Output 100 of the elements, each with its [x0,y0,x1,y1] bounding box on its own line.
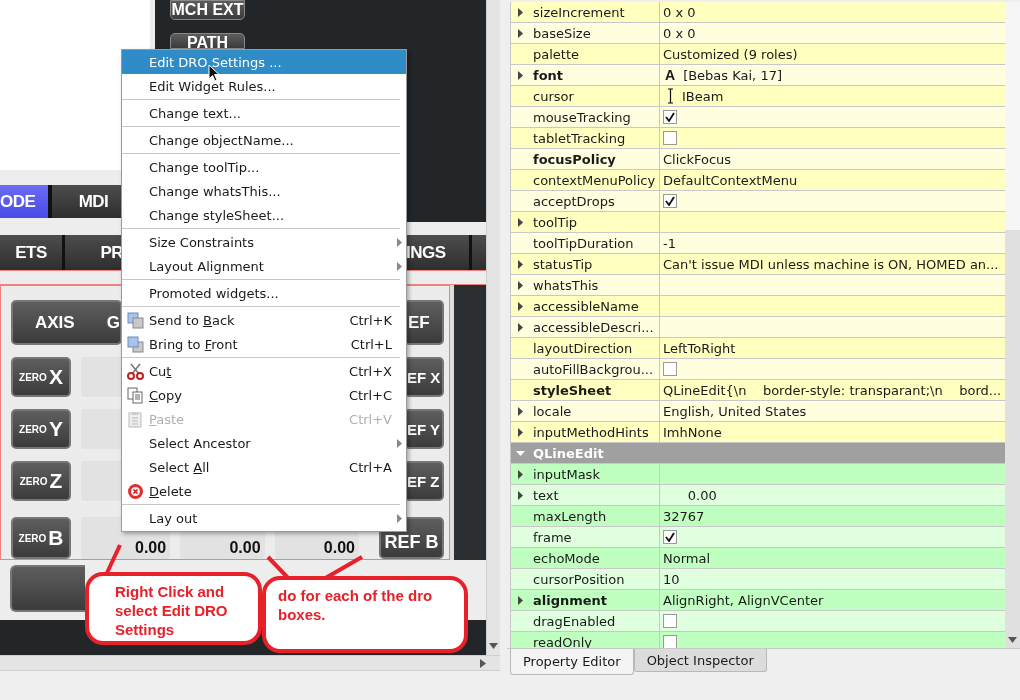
property-row[interactable]: cursorPosition 10 [511,569,1005,590]
expand-arrow-icon[interactable] [518,470,523,479]
property-row[interactable]: baseSize 0 x 0 [511,23,1005,44]
delete-icon [127,483,144,500]
scroll-down-icon[interactable] [489,643,498,649]
property-name: mouseTracking [533,109,631,125]
menu-item[interactable]: Edit DRO Settings ... [122,50,406,74]
property-row[interactable]: font A [Bebas Kai, 17] [511,65,1005,86]
property-name: alignment [533,592,608,608]
expand-arrow-icon[interactable] [518,428,523,437]
property-row[interactable]: focusPolicy ClickFocus [511,149,1005,170]
wide-button[interactable] [10,565,85,612]
property-row[interactable]: toolTipDuration -1 [511,233,1005,254]
expand-arrow-icon[interactable] [518,281,523,290]
property-row[interactable]: sizeIncrement 0 x 0 [511,2,1005,23]
checkbox[interactable] [663,110,677,124]
property-name: baseSize [533,25,591,41]
expand-arrow-icon[interactable] [518,260,523,269]
checkbox[interactable] [663,635,677,648]
menu-item[interactable]: Size Constraints [122,230,406,254]
menu-item[interactable]: Select Ancestor [122,431,406,455]
scrollbar[interactable] [1005,2,1020,648]
ref-button[interactable]: EF X [404,357,444,397]
expand-arrow-icon[interactable] [518,491,523,500]
checkbox[interactable] [663,362,677,376]
menu-item[interactable]: Cut Ctrl+X [122,359,406,383]
property-row[interactable]: whatsThis [511,275,1005,296]
property-row[interactable]: styleSheet QLineEdit{\n border-style: transparant;\n bord... [511,380,1005,401]
property-value: English, United States [663,403,807,419]
checkbox[interactable] [663,614,677,628]
panel-tab[interactable]: Property Editor [510,649,634,675]
ref-button[interactable]: EF [404,300,444,345]
panel-button[interactable]: MCH EXT [170,0,245,20]
ref-button[interactable]: EF Y [404,409,444,449]
property-row[interactable]: mouseTracking [511,107,1005,128]
menu-item[interactable]: Edit Widget Rules... [122,74,406,98]
scrollbar[interactable] [486,0,500,655]
property-value: AlignRight, AlignVCenter [663,592,824,608]
send-to-back-icon [127,312,144,329]
property-row[interactable]: text 0.00 [511,485,1005,506]
expand-arrow-icon[interactable] [518,71,523,80]
property-row[interactable]: palette Customized (9 roles) [511,44,1005,65]
property-row[interactable]: tabletTracking [511,128,1005,149]
property-value: QLineEdit{\n border-style: transparant;\n bord... [663,382,1002,398]
menu-item[interactable]: Layout Alignment [122,254,406,278]
expand-arrow-icon[interactable] [518,218,523,227]
checkbox[interactable] [663,194,677,208]
property-row[interactable]: alignment AlignRight, AlignVCenter [511,590,1005,611]
dro-field[interactable] [81,357,122,397]
property-row[interactable]: statusTip Can't issue MDI unless machine is ON, HOMED an... [511,254,1005,275]
tab[interactable]: ODE [0,185,48,218]
property-value: Can't issue MDI unless machine is ON, HOMED an... [663,256,999,272]
property-row[interactable]: contextMenuPolicy DefaultContextMenu [511,170,1005,191]
expand-arrow-icon[interactable] [518,407,523,416]
expand-arrow-icon[interactable] [518,302,523,311]
property-row[interactable]: accessibleDescri... [511,317,1005,338]
property-row[interactable]: maxLength 32767 [511,506,1005,527]
expand-arrow-icon[interactable] [518,596,523,605]
checkbox[interactable] [663,131,677,145]
property-row[interactable]: locale English, United States [511,401,1005,422]
dro-field[interactable] [81,461,122,501]
scroll-right-icon[interactable] [480,658,486,668]
header-button[interactable]: AXIS G [11,300,122,345]
menu-item[interactable]: Promoted widgets... [122,281,406,305]
tab[interactable]: ETS [0,235,62,270]
property-row[interactable]: toolTip [511,212,1005,233]
dro-field[interactable] [81,409,122,449]
property-row[interactable]: inputMethodHints ImhNone [511,422,1005,443]
expand-arrow-icon[interactable] [518,8,523,17]
property-row[interactable]: layoutDirection LeftToRight [511,338,1005,359]
property-row[interactable]: acceptDrops [511,191,1005,212]
collapse-arrow-icon[interactable] [516,451,525,456]
property-row[interactable]: echoMode Normal [511,548,1005,569]
tab[interactable]: INGS [404,235,470,270]
panel-button[interactable]: PATH [170,33,245,49]
expand-arrow-icon[interactable] [518,323,523,332]
property-row[interactable]: inputMask [511,464,1005,485]
menu-item[interactable]: Change text... [122,101,406,125]
menu-item[interactable]: Copy Ctrl+C [122,383,406,407]
scroll-thumb[interactable] [1005,2,1020,230]
property-name: palette [533,46,580,62]
property-row[interactable]: autoFillBackgrou... [511,359,1005,380]
menu-item[interactable]: Bring to Front Ctrl+L [122,332,406,356]
property-row[interactable]: cursor IBeam [511,86,1005,107]
property-row[interactable]: dragEnabled [511,611,1005,632]
menu-item[interactable]: Select All Ctrl+A [122,455,406,479]
menu-item[interactable]: Send to Back Ctrl+K [122,308,406,332]
property-name: cursorPosition [533,571,625,587]
menu-item[interactable]: Delete [122,479,406,503]
menu-item[interactable]: Change toolTip... [122,155,406,179]
expand-arrow-icon[interactable] [518,29,523,38]
scrollbar[interactable] [0,655,500,671]
panel-tab[interactable]: Object Inspector [633,649,767,672]
ref-button[interactable]: EF Z [404,461,444,501]
scroll-down-icon[interactable] [1008,637,1017,643]
property-row[interactable]: frame [511,527,1005,548]
checkbox[interactable] [663,530,677,544]
tab[interactable] [472,235,487,270]
menu-item[interactable]: Change objectName... [122,128,406,152]
property-row[interactable]: accessibleName [511,296,1005,317]
